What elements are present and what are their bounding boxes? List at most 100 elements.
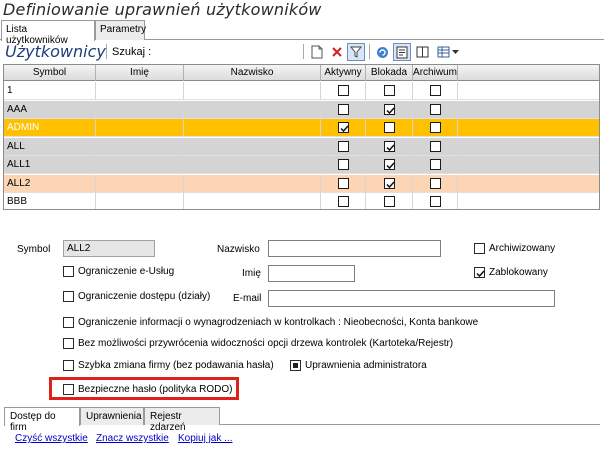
archiwum-checkbox[interactable] — [430, 103, 441, 115]
new-document-icon[interactable] — [308, 43, 326, 61]
table-row[interactable]: AAA — [4, 100, 599, 119]
cell-nazwisko[interactable] — [184, 82, 321, 100]
blokada-checkbox[interactable] — [384, 85, 395, 96]
aktywny-checkbox[interactable] — [338, 196, 349, 207]
bottom-tab-bar: Dostęp do firm Uprawnienia Rejestr zdarz… — [4, 407, 600, 433]
aktywny-checkbox[interactable] — [338, 159, 349, 170]
aktywny-checkbox[interactable] — [338, 140, 349, 152]
tab-rejestr-zdarzen[interactable]: Rejestr zdarzeń — [144, 407, 220, 433]
users-grid: Symbol Imię Nazwisko Aktywny Blokada Arc… — [3, 64, 600, 210]
aktywny-checkbox[interactable] — [338, 177, 349, 189]
refresh-icon[interactable] — [373, 43, 391, 61]
cell-nazwisko[interactable] — [184, 119, 321, 137]
email-field[interactable] — [268, 290, 555, 307]
blokada-checkbox[interactable] — [384, 122, 395, 133]
cell-imie[interactable] — [96, 156, 184, 174]
checkmark-icon — [386, 106, 395, 114]
blokada-checkbox[interactable] — [384, 196, 395, 207]
bez-przywrocenia-checkbox[interactable]: Bez możliwości przywrócenia widoczności … — [63, 338, 453, 349]
column-header-aktywny[interactable]: Aktywny — [321, 65, 366, 81]
archiwizowany-box[interactable] — [474, 243, 485, 254]
table-row[interactable]: ALL2 — [4, 174, 599, 193]
nazwisko-label: Nazwisko — [217, 244, 260, 255]
aktywny-checkbox[interactable] — [338, 122, 349, 133]
ograniczenie-dostepu-label: Ograniczenie dostępu (działy) — [78, 291, 211, 302]
cell-nazwisko[interactable] — [184, 137, 321, 156]
archiwum-checkbox[interactable] — [430, 196, 441, 207]
mark-all-link[interactable]: Znacz wszystkie — [96, 433, 169, 444]
table-row[interactable]: ALL — [4, 137, 599, 156]
archiwum-checkbox[interactable] — [430, 159, 441, 170]
cell-symbol[interactable]: AAA — [4, 100, 96, 119]
column-header-symbol[interactable]: Symbol — [4, 65, 96, 81]
clear-all-link[interactable]: Czyść wszystkie — [15, 433, 88, 444]
blokada-checkbox[interactable] — [384, 159, 395, 170]
ograniczenie-eusług-box[interactable] — [63, 266, 74, 277]
uprawnienia-administratora-box[interactable] — [290, 360, 301, 371]
column-header-blokada[interactable]: Blokada — [366, 65, 413, 81]
tab-uprawnienia[interactable]: Uprawnienia — [80, 407, 144, 425]
aktywny-checkbox[interactable] — [338, 103, 349, 115]
cell-imie[interactable] — [96, 174, 184, 193]
table-row[interactable]: ALL1 — [4, 156, 599, 174]
table-row[interactable]: BBB — [4, 193, 599, 209]
cell-nazwisko[interactable] — [184, 174, 321, 193]
zablokowany-box[interactable] — [474, 267, 485, 278]
ograniczenie-wynagrodzen-box[interactable] — [63, 317, 74, 328]
tab-parametry[interactable]: Parametry — [95, 20, 146, 40]
cell-imie[interactable] — [96, 82, 184, 100]
cell-imie[interactable] — [96, 137, 184, 156]
archiwizowany-checkbox[interactable]: Archiwizowany — [474, 243, 555, 254]
cell-nazwisko[interactable] — [184, 193, 321, 209]
zablokowany-checkbox[interactable]: Zablokowany — [474, 267, 548, 278]
blokada-checkbox[interactable] — [384, 177, 395, 189]
cell-nazwisko[interactable] — [184, 100, 321, 119]
column-header-nazwisko[interactable]: Nazwisko — [184, 65, 321, 81]
chevron-down-icon[interactable] — [450, 43, 460, 61]
cell-blokada — [366, 193, 413, 209]
cell-symbol[interactable]: BBB — [4, 193, 96, 209]
blokada-checkbox[interactable] — [384, 103, 395, 115]
cell-symbol[interactable]: ADMIN — [4, 119, 96, 137]
cell-symbol[interactable]: 1 — [4, 82, 96, 100]
cell-aktywny — [321, 82, 366, 100]
archiwum-checkbox[interactable] — [430, 85, 441, 96]
columns-icon[interactable] — [413, 43, 431, 61]
tab-lista-uzytkownikow[interactable]: Lista użytkowników — [1, 20, 95, 46]
export-icon[interactable] — [393, 43, 411, 61]
cell-imie[interactable] — [96, 119, 184, 137]
archiwum-checkbox[interactable] — [430, 177, 441, 189]
symbol-field[interactable]: ALL2 — [63, 240, 155, 257]
tab-dostep-do-firm[interactable]: Dostęp do firm — [4, 407, 80, 433]
uprawnienia-administratora-checkbox[interactable]: Uprawnienia administratora — [290, 360, 427, 371]
archiwum-checkbox[interactable] — [430, 122, 441, 133]
imie-field[interactable] — [268, 265, 355, 282]
cell-nazwisko[interactable] — [184, 156, 321, 174]
archiwum-checkbox[interactable] — [430, 140, 441, 152]
bez-przywrocenia-box[interactable] — [63, 338, 74, 349]
nazwisko-field[interactable] — [268, 240, 441, 257]
table-row[interactable]: ADMIN — [4, 119, 599, 137]
table-row[interactable]: 1 — [4, 82, 599, 100]
aktywny-checkbox[interactable] — [338, 85, 349, 96]
copy-as-link[interactable]: Kopiuj jak ... — [178, 433, 232, 444]
cell-imie[interactable] — [96, 193, 184, 209]
delete-icon[interactable] — [328, 43, 346, 61]
ograniczenie-dostepu-checkbox[interactable]: Ograniczenie dostępu (działy) — [63, 291, 210, 302]
column-header-imie[interactable]: Imię — [96, 65, 184, 81]
cell-imie[interactable] — [96, 100, 184, 119]
szybka-zmiana-box[interactable] — [63, 360, 74, 371]
cell-symbol[interactable]: ALL1 — [4, 156, 96, 174]
blokada-checkbox[interactable] — [384, 140, 395, 152]
szybka-zmiana-label: Szybka zmiana firmy (bez podawania hasła… — [78, 360, 274, 371]
cell-symbol[interactable]: ALL2 — [4, 174, 96, 193]
cell-symbol[interactable]: ALL — [4, 137, 96, 156]
cell-aktywny — [321, 137, 366, 156]
filter-icon[interactable] — [347, 43, 365, 61]
ograniczenie-dostepu-box[interactable] — [63, 291, 74, 302]
column-header-archiwum[interactable]: Archiwum — [413, 65, 458, 81]
szybka-zmiana-checkbox[interactable]: Szybka zmiana firmy (bez podawania hasła… — [63, 360, 274, 371]
ograniczenie-eusług-checkbox[interactable]: Ograniczenie e-Usług — [63, 266, 174, 277]
top-tab-bar: Lista użytkowników Parametry — [0, 20, 604, 46]
ograniczenie-wynagrodzen-checkbox[interactable]: Ograniczenie informacji o wynagrodzeniac… — [63, 317, 478, 328]
